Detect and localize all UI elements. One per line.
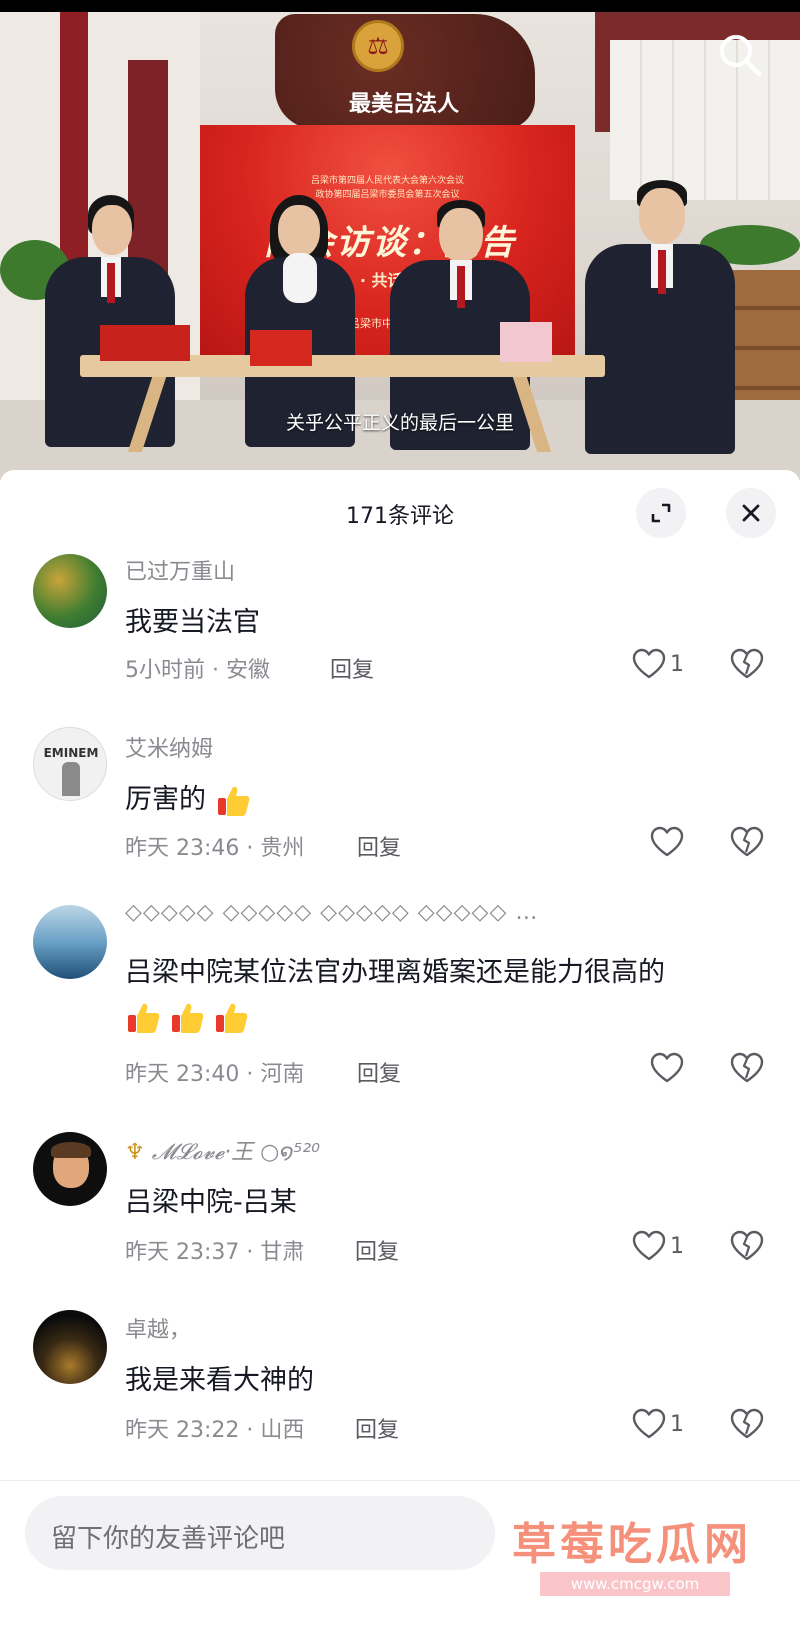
comment-username-text: 𝓜𝓛𝓸𝓿𝓮·王 ○໑⁵²⁰ xyxy=(151,1140,320,1165)
comment-username[interactable]: 艾米纳姆 xyxy=(125,731,213,763)
comment-text: 我要当法官 xyxy=(125,607,260,638)
heart-icon xyxy=(632,1230,666,1261)
comment-text: 吕梁中院-吕某 xyxy=(125,1187,297,1218)
status-bar xyxy=(0,0,800,12)
wall-sign-text: 最美吕法人 xyxy=(348,92,459,117)
avatar[interactable] xyxy=(33,554,107,628)
search-button[interactable] xyxy=(715,30,765,80)
comment-text: 吕梁中院某位法官办理离婚案还是能力很高的 xyxy=(125,957,665,988)
avatar[interactable] xyxy=(33,1310,107,1384)
expand-icon xyxy=(651,503,671,523)
comment-username[interactable]: 已过万重山 xyxy=(125,554,235,586)
comment-input-placeholder: 留下你的友善评论吧 xyxy=(51,1524,286,1554)
broken-heart-icon xyxy=(730,1408,764,1439)
like-count: 1 xyxy=(670,651,684,677)
reply-button[interactable]: 回复 xyxy=(357,830,401,862)
comment-input[interactable]: 留下你的友善评论吧 xyxy=(25,1496,495,1570)
like-button[interactable]: 1 xyxy=(632,1230,684,1262)
court-emblem-icon: ⚖ xyxy=(352,20,404,72)
reply-button[interactable]: 回复 xyxy=(357,1056,401,1088)
broken-heart-icon xyxy=(730,648,764,679)
comment-time-location: 昨天 23:37 · 甘肃 xyxy=(125,1240,305,1265)
dislike-button[interactable] xyxy=(730,1408,764,1444)
dislike-button[interactable] xyxy=(730,648,764,684)
watermark-text: 草莓吃瓜网 xyxy=(512,1519,752,1570)
desk-calendar xyxy=(100,325,190,361)
video-player[interactable]: ⚖ 最美吕法人 吕梁市第四届人民代表大会第六次会议 政协第四届吕梁市委员会第五次… xyxy=(0,0,800,480)
close-icon xyxy=(742,504,760,522)
like-button[interactable] xyxy=(650,1052,688,1084)
dislike-button[interactable] xyxy=(730,1052,764,1088)
avatar-hair xyxy=(51,1142,91,1158)
video-caption: 关乎公平正义的最后一公里 xyxy=(285,412,514,434)
broken-heart-icon xyxy=(730,1230,764,1261)
avatar-text: EMINEM xyxy=(43,746,99,760)
heart-icon xyxy=(632,1408,666,1439)
thumbs-up-icon xyxy=(217,786,249,816)
like-count: 1 xyxy=(670,1411,684,1437)
reply-button[interactable]: 回复 xyxy=(330,652,374,684)
avatar-figure xyxy=(62,762,80,796)
desk-calendar xyxy=(500,322,552,362)
comment-time-location: 昨天 23:46 · 贵州 xyxy=(125,836,305,861)
reply-button[interactable]: 回复 xyxy=(355,1412,399,1444)
expand-button[interactable] xyxy=(636,488,686,538)
like-button[interactable] xyxy=(650,826,688,858)
backdrop-line-1: 吕梁市第四届人民代表大会第六次会议 xyxy=(310,176,464,186)
comment-emoji-row xyxy=(125,1000,257,1036)
close-button[interactable] xyxy=(726,488,776,538)
like-count: 1 xyxy=(670,1233,684,1259)
thumbs-up-icon xyxy=(172,1003,204,1033)
search-icon xyxy=(720,35,762,77)
trident-icon: ♆ xyxy=(125,1140,145,1165)
like-button[interactable]: 1 xyxy=(632,1408,684,1440)
comment-username[interactable]: ♆ 𝓜𝓛𝓸𝓿𝓮·王 ○໑⁵²⁰ xyxy=(125,1134,320,1166)
comment-time-location: 5小时前 · 安徽 xyxy=(125,658,270,683)
reply-button[interactable]: 回复 xyxy=(355,1234,399,1266)
broken-heart-icon xyxy=(730,826,764,857)
background-ceiling xyxy=(610,40,800,200)
desk-card xyxy=(250,330,312,366)
heart-icon xyxy=(632,648,666,679)
heart-icon xyxy=(650,826,684,857)
comment-time-location: 昨天 23:40 · 河南 xyxy=(125,1062,305,1087)
like-button[interactable]: 1 xyxy=(632,648,684,680)
dislike-button[interactable] xyxy=(730,826,764,862)
thumbs-up-icon xyxy=(216,1003,248,1033)
avatar[interactable] xyxy=(33,905,107,979)
comment-time-location: 昨天 23:22 · 山西 xyxy=(125,1418,305,1443)
broken-heart-icon xyxy=(730,1052,764,1083)
comment-text: 厉害的 xyxy=(125,777,259,819)
dislike-button[interactable] xyxy=(730,1230,764,1266)
input-divider xyxy=(0,1480,800,1481)
thumbs-up-icon xyxy=(128,1003,160,1033)
comment-text-body: 厉害的 xyxy=(125,784,206,815)
comment-text: 我是来看大神的 xyxy=(125,1365,314,1396)
heart-icon xyxy=(650,1052,684,1083)
watermark-url: www.cmcgw.com xyxy=(540,1572,730,1596)
avatar[interactable] xyxy=(33,1132,107,1206)
comment-username[interactable]: ◇◇◇◇◇ ◇◇◇◇◇ ◇◇◇◇◇ ◇◇◇◇◇ … xyxy=(125,900,538,925)
comment-username[interactable]: 卓越， xyxy=(125,1312,191,1344)
avatar[interactable]: EMINEM xyxy=(33,727,107,801)
